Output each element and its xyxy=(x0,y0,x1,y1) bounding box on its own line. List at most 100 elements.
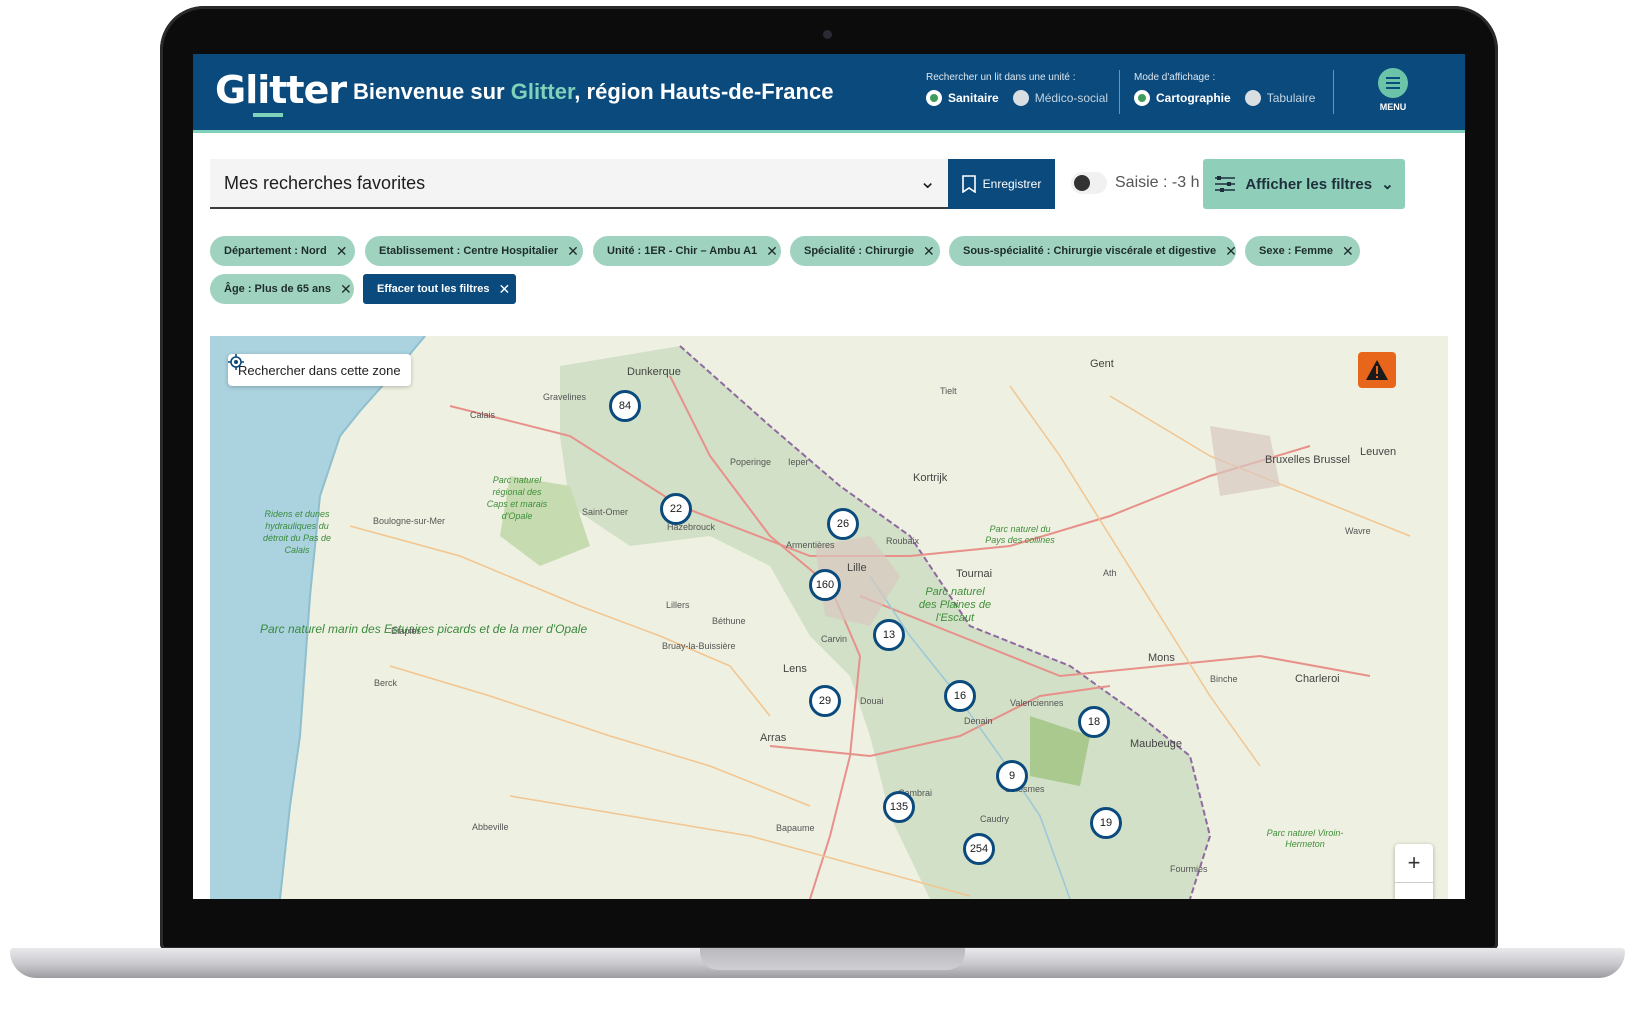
save-button[interactable]: Enregistrer xyxy=(948,159,1055,209)
place-label: Ieper xyxy=(788,457,809,467)
place-label: Etaples xyxy=(391,626,422,636)
map-cluster-marker[interactable]: 29 xyxy=(809,685,841,717)
zoom-control: + xyxy=(1395,844,1433,899)
chevron-down-icon: ⌄ xyxy=(1381,176,1394,193)
radio-cartographie[interactable]: Cartographie xyxy=(1134,90,1231,106)
map-cluster-marker[interactable]: 135 xyxy=(883,791,915,823)
map-cluster-marker[interactable]: 19 xyxy=(1090,807,1122,839)
screen: Glitter Bienvenue sur Glitter, région Ha… xyxy=(193,54,1465,899)
map[interactable]: Parc naturel marin des Estuaires picards… xyxy=(210,336,1448,899)
chip-label: Département : Nord xyxy=(224,245,327,257)
park-label: Parc naturel Viroin-Hermeton xyxy=(1266,828,1344,849)
place-label: Bapaume xyxy=(776,823,815,833)
map-cluster-marker[interactable]: 160 xyxy=(809,569,841,601)
close-icon[interactable]: ✕ xyxy=(336,243,348,260)
radio-on-icon xyxy=(1134,90,1150,106)
map-cluster-marker[interactable]: 26 xyxy=(827,508,859,540)
toggle-knob xyxy=(1074,175,1090,191)
place-label: Abbeville xyxy=(472,822,509,832)
place-label: Carvin xyxy=(821,634,848,644)
place-label: Poperinge xyxy=(730,457,772,467)
show-filters-button[interactable]: Afficher les filtres ⌄ xyxy=(1203,159,1405,209)
filter-chip[interactable]: Etablissement : Centre Hospitalier ✕ xyxy=(365,236,583,266)
close-icon[interactable]: ✕ xyxy=(923,243,935,260)
place-label: Tournai xyxy=(956,568,993,580)
filter-chip[interactable]: Département : Nord ✕ xyxy=(210,236,355,266)
place-label: Charleroi xyxy=(1295,673,1340,685)
chip-label: Sous-spécialité : Chirurgie viscérale et… xyxy=(963,245,1217,257)
place-label: Gravelines xyxy=(543,392,587,402)
place-label: Maubeuge xyxy=(1130,738,1182,750)
chip-label: Etablissement : Centre Hospitalier xyxy=(379,245,559,257)
close-icon[interactable]: ✕ xyxy=(340,281,352,298)
laptop-notch xyxy=(700,948,965,970)
place-label: Caudry xyxy=(980,814,1010,824)
place-label: Wavre xyxy=(1345,526,1371,536)
welcome-suffix: , région Hauts-de-France xyxy=(574,79,834,104)
filter-chip[interactable]: Âge : Plus de 65 ans ✕ xyxy=(210,274,354,304)
place-label: Saint-Omer xyxy=(582,507,629,517)
welcome-brand: Glitter xyxy=(510,79,575,104)
place-label: Lens xyxy=(783,663,807,675)
crosshair-icon xyxy=(228,354,244,370)
close-icon[interactable]: ✕ xyxy=(567,243,579,260)
map-cluster-marker[interactable]: 18 xyxy=(1078,706,1110,738)
filter-chip[interactable]: Sexe : Femme ✕ xyxy=(1245,236,1360,266)
place-label: Bruxelles Brussel xyxy=(1265,454,1350,466)
page-title: Bienvenue sur Glitter, région Hauts-de-F… xyxy=(353,79,833,105)
favorites-label: Mes recherches favorites xyxy=(224,173,426,193)
saisie-label: Saisie : -3 h xyxy=(1115,174,1200,191)
map-cluster-marker[interactable]: 254 xyxy=(963,833,995,865)
place-label: Leuven xyxy=(1360,446,1397,458)
radio-off-icon xyxy=(1012,90,1029,106)
place-label: Valenciennes xyxy=(1010,698,1064,708)
park-label: Ridens et dunes hydrauliques du détroit … xyxy=(262,509,332,555)
radio-medico-social[interactable]: Médico-social xyxy=(1012,90,1108,106)
radio-label: Tabulaire xyxy=(1266,91,1316,105)
map-cluster-marker[interactable]: 84 xyxy=(609,390,641,422)
filter-chip[interactable]: Unité : 1ER - Chir – Ambu A1 ✕ xyxy=(593,236,781,266)
place-label: Boulogne-sur-Mer xyxy=(373,516,446,526)
zoom-in-button[interactable]: + xyxy=(1395,844,1433,883)
place-label: Douai xyxy=(860,696,884,706)
bed-search-label: Rechercher un lit dans une unité : xyxy=(926,72,1076,83)
clear-all-label: Effacer tout les filtres xyxy=(377,283,490,295)
chip-label: Âge : Plus de 65 ans xyxy=(224,283,331,295)
filter-chip[interactable]: Spécialité : Chirurgie ✕ xyxy=(790,236,940,266)
chip-label: Sexe : Femme xyxy=(1259,245,1333,257)
saisie-toggle[interactable] xyxy=(1071,172,1107,194)
map-cluster-marker[interactable]: 13 xyxy=(873,619,905,651)
close-icon: ✕ xyxy=(498,280,511,297)
menu-button[interactable]: MENU xyxy=(1371,68,1415,116)
place-label: Berck xyxy=(374,678,398,688)
map-cluster-marker[interactable]: 16 xyxy=(944,680,976,712)
radio-tabulaire[interactable]: Tabulaire xyxy=(1244,90,1316,106)
divider xyxy=(1119,70,1120,114)
search-this-area-button[interactable]: Rechercher dans cette zone xyxy=(228,354,411,386)
map-cluster-marker[interactable]: 22 xyxy=(660,493,692,525)
webcam xyxy=(823,30,832,39)
place-label: Gent xyxy=(1090,358,1114,370)
filter-chip[interactable]: Sous-spécialité : Chirurgie viscérale et… xyxy=(949,236,1237,266)
park-label: Parc naturel du Pays des collines xyxy=(985,524,1055,545)
alert-button[interactable] xyxy=(1358,352,1396,388)
clear-all-filters-button[interactable]: Effacer tout les filtres ✕ xyxy=(363,274,516,304)
place-label: Fourmies xyxy=(1170,864,1208,874)
close-icon[interactable]: ✕ xyxy=(766,243,778,260)
close-icon[interactable]: ✕ xyxy=(1342,243,1354,260)
favorites-select[interactable]: Mes recherches favorites ⌄ xyxy=(210,159,948,209)
close-icon[interactable]: ✕ xyxy=(1225,243,1237,260)
radio-sanitaire[interactable]: Sanitaire xyxy=(926,90,999,106)
chevron-down-icon: ⌄ xyxy=(919,171,936,193)
search-zone-label: Rechercher dans cette zone xyxy=(238,362,401,378)
welcome-prefix: Bienvenue sur xyxy=(353,79,511,104)
place-label: Bruay-la-Buissière xyxy=(662,641,736,651)
logo[interactable]: Glitter xyxy=(215,68,347,112)
radio-label: Cartographie xyxy=(1156,91,1231,105)
display-mode-group: Mode d'affichage : Cartographie Tabulair… xyxy=(1134,72,1315,106)
bookmark-icon xyxy=(961,175,976,193)
place-label: Béthune xyxy=(712,616,746,626)
map-cluster-marker[interactable]: 9 xyxy=(996,760,1028,792)
place-label: Lillers xyxy=(666,600,690,610)
map-canvas xyxy=(210,336,1411,899)
